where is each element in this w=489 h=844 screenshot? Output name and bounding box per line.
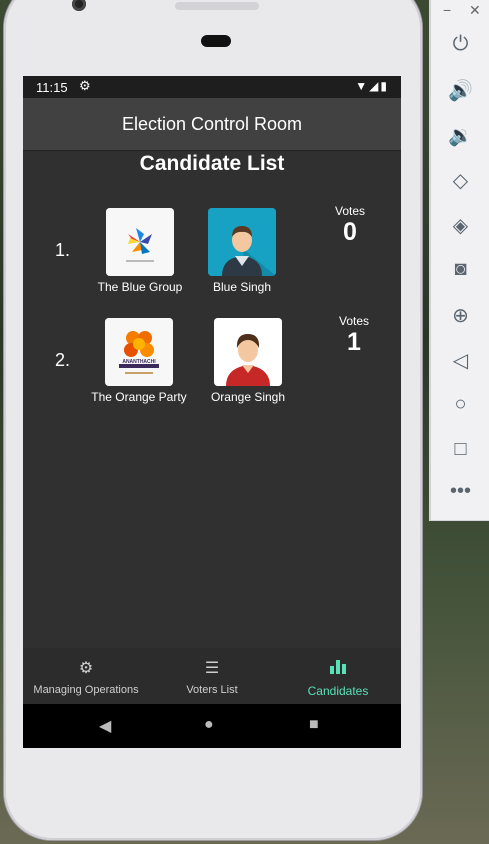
party-logo-text: ANANTHACHI xyxy=(122,359,156,365)
party-logo[interactable] xyxy=(106,208,174,276)
battery-icon: ▮ xyxy=(380,79,389,93)
home-button[interactable]: ● xyxy=(204,716,214,734)
candidate-row[interactable]: 1. The Blue Group Blue Singh Votes 0 xyxy=(23,204,401,314)
overview-icon[interactable]: □ xyxy=(431,438,489,461)
candidate-name: Orange Singh xyxy=(210,390,286,404)
orange-party-logo-icon: ANANTHACHI xyxy=(105,318,173,386)
bar-chart-icon xyxy=(275,658,401,679)
list-icon: ☰ xyxy=(204,660,220,677)
male-avatar-icon xyxy=(208,208,276,276)
votes-count: 1 xyxy=(347,328,361,356)
nav-managing-operations[interactable]: ⚙ Managing Operations xyxy=(23,648,149,704)
earpiece-speaker xyxy=(175,2,259,10)
status-time: 11:15 xyxy=(36,80,68,95)
candidate-avatar[interactable] xyxy=(208,208,276,276)
volume-up-icon[interactable]: 🔊 xyxy=(431,78,489,103)
nav-label: Candidates xyxy=(307,684,369,698)
male-avatar-icon xyxy=(214,318,282,386)
votes-label: Votes xyxy=(334,204,366,218)
home-icon[interactable]: ○ xyxy=(431,393,489,416)
back-icon[interactable]: ◁ xyxy=(431,348,489,373)
back-button[interactable]: ◀ xyxy=(99,716,111,736)
votes-label: Votes xyxy=(338,314,370,328)
proximity-sensor xyxy=(201,35,231,47)
nav-label: Voters List xyxy=(186,684,238,696)
app-screen: 11:15 ⚙ ▼◢▮ Election Control Room Candid… xyxy=(23,76,401,748)
status-icons: ▼◢▮ xyxy=(355,79,389,93)
page-title: Candidate List xyxy=(139,152,285,175)
nav-voters-list[interactable]: ☰ Voters List xyxy=(149,648,275,704)
candidate-row[interactable]: 2. ANANTHACHI The Orange Party Orange Si… xyxy=(23,314,401,424)
system-navigation-bar: ◀ ● ■ xyxy=(23,704,401,748)
candidate-number: 2. xyxy=(55,350,71,370)
rotate-left-icon[interactable]: ◇ xyxy=(431,168,489,193)
app-title: Election Control Room xyxy=(121,114,303,134)
nav-label: Managing Operations xyxy=(33,684,139,696)
settings-status-icon: ⚙ xyxy=(79,78,91,93)
power-icon[interactable]: ⏻ xyxy=(431,33,489,56)
votes-count: 0 xyxy=(343,218,357,246)
signal-icon: ◢ xyxy=(369,79,381,93)
gear-icon: ⚙ xyxy=(78,660,94,677)
status-bar: 11:15 ⚙ ▼◢▮ xyxy=(23,76,401,98)
wifi-icon: ▼ xyxy=(355,79,370,93)
close-icon[interactable]: ✕ xyxy=(469,2,481,19)
camera-icon[interactable]: ◙ xyxy=(431,258,489,281)
party-name: The Orange Party xyxy=(91,390,187,404)
bottom-navigation: ⚙ Managing Operations ☰ Voters List Cand… xyxy=(23,648,401,704)
nav-candidates[interactable]: Candidates xyxy=(275,648,401,704)
candidate-avatar[interactable] xyxy=(214,318,282,386)
app-bar: Election Control Room xyxy=(23,98,401,151)
overview-button[interactable]: ■ xyxy=(309,716,319,734)
candidate-number: 1. xyxy=(55,240,71,260)
front-camera xyxy=(72,0,86,11)
blue-group-logo-icon xyxy=(106,208,174,276)
minimize-icon[interactable]: − xyxy=(443,2,451,18)
rotate-right-icon[interactable]: ◈ xyxy=(431,213,489,238)
party-logo[interactable]: ANANTHACHI xyxy=(105,318,173,386)
emulator-toolbar: − ✕ ⏻ 🔊 🔉 ◇ ◈ ◙ ⊕ ◁ ○ □ ••• xyxy=(430,0,489,520)
candidate-name: Blue Singh xyxy=(212,280,272,294)
zoom-icon[interactable]: ⊕ xyxy=(431,303,489,328)
more-icon[interactable]: ••• xyxy=(431,480,489,503)
volume-down-icon[interactable]: 🔉 xyxy=(431,123,489,148)
